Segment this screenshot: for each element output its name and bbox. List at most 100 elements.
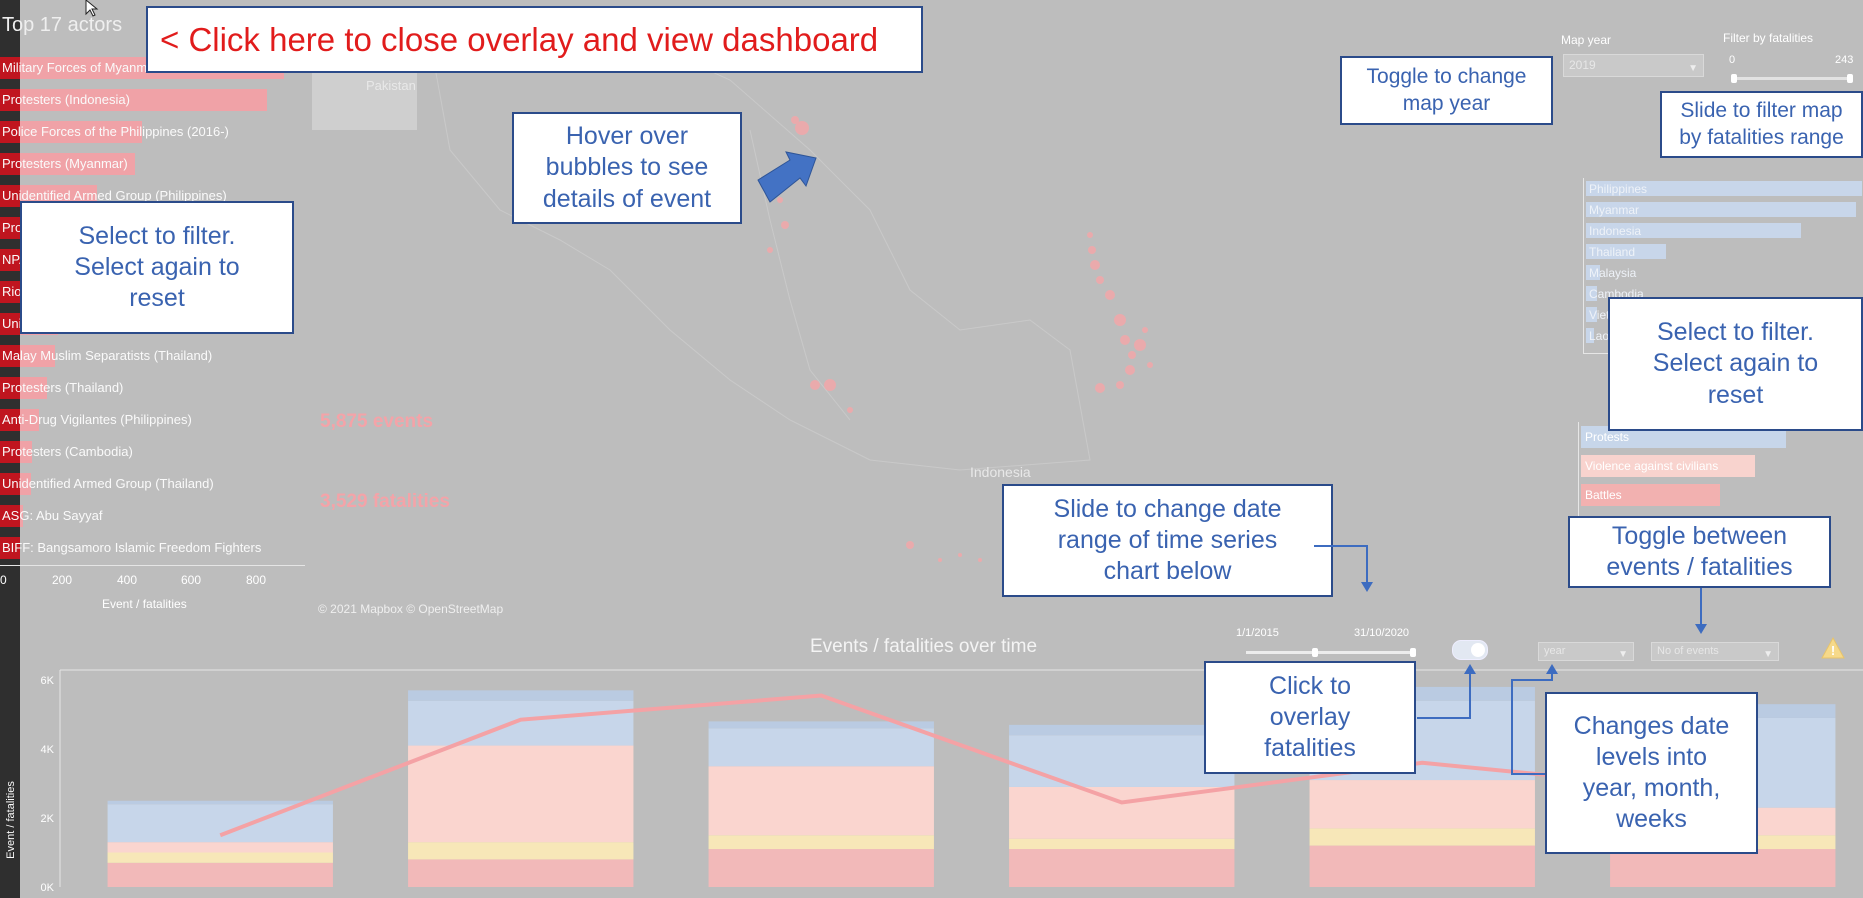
actor-axis-tick: 0 [0, 573, 7, 587]
ts-y-tick: 6K [41, 675, 55, 687]
map-label-pakistan: Pakistan [366, 78, 416, 93]
map-label-indonesia: Indonesia [970, 464, 1031, 480]
date-start: 1/1/2015 [1236, 627, 1279, 639]
callout-hover-bubbles: Hover over bubbles to see details of eve… [512, 112, 742, 224]
overlay-fatalities-toggle[interactable] [1452, 640, 1488, 660]
actor-label: Military Forces of Myanmar [2, 60, 159, 75]
arrow-icon [757, 151, 817, 203]
ts-bar-segment[interactable] [107, 804, 333, 843]
ts-bar-segment[interactable] [1309, 780, 1535, 829]
ts-bar-segment[interactable] [107, 842, 333, 853]
event-type-label: Protests [1585, 430, 1630, 444]
fatalities-slider-min-handle[interactable] [1731, 74, 1737, 83]
ts-bar-segment[interactable] [1009, 735, 1235, 787]
actor-row[interactable]: Protesters (Cambodia) [0, 441, 305, 463]
ts-bar-segment[interactable] [1309, 845, 1535, 887]
measure-dropdown[interactable]: No of events ▼ [1651, 642, 1779, 661]
map-year-label: Map year [1561, 33, 1612, 47]
actor-row[interactable]: Protesters (Thailand) [0, 377, 305, 399]
ts-bar-segment[interactable] [1610, 849, 1836, 887]
ts-bar-segment[interactable] [1009, 786, 1235, 839]
ts-y-tick: 0K [41, 882, 55, 894]
fatalities-max: 243 [1835, 54, 1854, 66]
ts-bar-segment[interactable] [708, 849, 934, 887]
actor-label: Anti-Drug Vigilantes (Philippines) [2, 412, 192, 427]
date-slider-end-handle[interactable] [1410, 648, 1416, 657]
actor-axis-tick: 200 [52, 573, 73, 587]
actor-label: Protesters (Cambodia) [2, 444, 133, 459]
ts-bar-segment[interactable] [708, 835, 934, 850]
ts-bar-segment[interactable] [408, 690, 634, 701]
event-type-bar[interactable]: Violence against civilians [1581, 455, 1755, 477]
actor-row[interactable]: Unidentified Armed Group (Thailand) [0, 473, 305, 495]
ts-bar-segment[interactable] [1009, 838, 1235, 850]
country-bar[interactable]: Myanmar [1586, 202, 1856, 217]
ts-bar-segment[interactable] [107, 862, 333, 887]
chevron-down-icon: ▼ [1688, 63, 1698, 74]
ts-bar-segment[interactable] [408, 700, 634, 746]
events-count: 5,875 events [320, 411, 434, 432]
fatalities-slider-max-handle[interactable] [1847, 74, 1853, 83]
actor-row[interactable]: ASG: Abu Sayyaf [0, 505, 305, 527]
map-borders [429, 29, 1091, 471]
callout-slide-date: Slide to change date range of time serie… [1002, 484, 1333, 597]
close-overlay-button[interactable]: < Click here to close overlay and view d… [146, 6, 923, 73]
ts-bar-segment[interactable] [708, 728, 934, 767]
country-bar[interactable]: Cambodia [1586, 286, 1644, 301]
ts-bar-segment[interactable] [408, 745, 634, 843]
actor-row[interactable]: Protesters (Myanmar) [0, 153, 305, 175]
country-label: Philippines [1589, 182, 1648, 196]
toggle-knob [1471, 643, 1485, 657]
actor-row[interactable]: BIFF: Bangsamoro Islamic Freedom Fighter… [0, 537, 305, 559]
ts-y-tick: 2K [41, 813, 55, 825]
actor-row[interactable]: Anti-Drug Vigilantes (Philippines) [0, 409, 305, 431]
actors-axis-title: Event / fatalities [102, 597, 187, 611]
ts-bar-segment[interactable] [107, 852, 333, 863]
country-bar[interactable]: Laos [1586, 328, 1615, 343]
warning-icon[interactable]: ! [1820, 636, 1846, 660]
date-slider[interactable] [1246, 648, 1416, 657]
date-level-value: year [1544, 645, 1566, 657]
date-level-dropdown[interactable]: year ▼ [1538, 642, 1634, 661]
callout-toggle-year: Toggle to change map year [1340, 56, 1553, 125]
ts-bar-segment[interactable] [1309, 828, 1535, 846]
actor-row[interactable]: Police Forces of the Philippines (2016-) [0, 121, 305, 143]
callout-date-levels: Changes date levels into year, month, we… [1545, 692, 1758, 854]
actors-axis-line [0, 565, 305, 566]
date-end: 31/10/2020 [1354, 627, 1410, 639]
actor-label: Police Forces of the Philippines (2016-) [2, 124, 229, 139]
country-label: Thailand [1589, 245, 1636, 259]
ts-bar-segment[interactable] [1009, 849, 1235, 887]
map-year-dropdown[interactable]: 2019 ▼ [1563, 54, 1704, 77]
ts-bar-segment[interactable] [1009, 724, 1235, 736]
actor-axis-tick: 800 [246, 573, 267, 587]
fatalities-count: 3,529 fatalities [320, 491, 450, 512]
fatalities-min: 0 [1729, 54, 1736, 66]
actor-label: Malay Muslim Separatists (Thailand) [2, 348, 213, 363]
date-slider-start-handle[interactable] [1312, 648, 1318, 657]
ts-bar-segment[interactable] [708, 766, 934, 836]
country-bar[interactable]: Philippines [1586, 181, 1862, 196]
country-bar[interactable]: Indonesia [1586, 223, 1801, 238]
ts-bar-segment[interactable] [408, 859, 634, 887]
event-types-chart[interactable]: Protests Violence against civilians Battle… [1578, 422, 1863, 517]
event-type-bar[interactable]: Battles [1581, 484, 1720, 506]
ts-bar-segment[interactable] [408, 842, 634, 860]
actor-label: Protesters (Thailand) [2, 380, 124, 395]
country-label: Indonesia [1589, 224, 1642, 238]
country-bar[interactable]: Vietnam [1586, 307, 1633, 322]
timeseries-y-axis-title: Event / fatalities [5, 781, 17, 859]
actor-row[interactable]: Malay Muslim Separatists (Thailand) [0, 345, 305, 367]
country-bar[interactable]: Thailand [1586, 244, 1666, 259]
actor-label: Protesters (Myanmar) [2, 156, 128, 171]
fatalities-slider[interactable] [1731, 74, 1853, 83]
actor-axis-tick: 400 [117, 573, 138, 587]
timeseries-title: Events / fatalities over time [810, 636, 1038, 657]
callout-click-overlay: Click to overlay fatalities [1204, 661, 1416, 774]
actor-label: Protesters (Indonesia) [2, 92, 130, 107]
callout-slide-fatalities: Slide to filter map by fatalities range [1660, 91, 1863, 158]
actor-label: Unidentified Armed Group (Thailand) [2, 476, 214, 491]
actor-row[interactable]: Protesters (Indonesia) [0, 89, 305, 111]
actors-title: Top 17 actors [2, 14, 123, 36]
country-bar[interactable]: Malaysia [1586, 265, 1636, 280]
